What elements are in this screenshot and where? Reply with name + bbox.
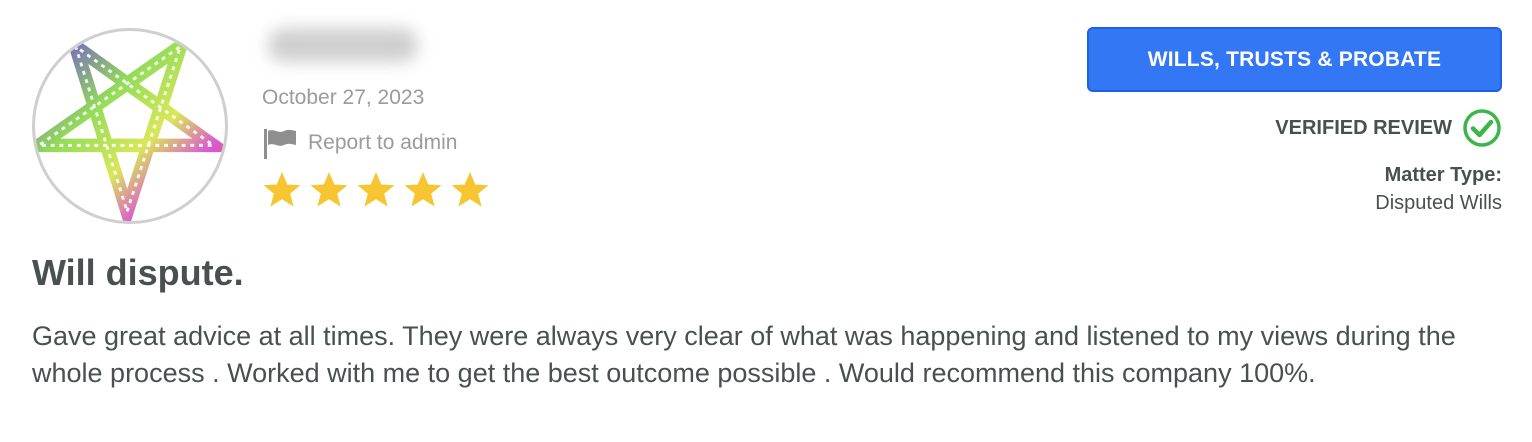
verified-review-badge: VERIFIED REVIEW	[1275, 108, 1502, 148]
flag-icon	[264, 129, 296, 159]
matter-type-value: Disputed Wills	[1375, 192, 1502, 214]
reviewer-name	[268, 28, 418, 62]
review-title: Will dispute.	[32, 252, 244, 293]
report-to-admin-link[interactable]: Report to admin	[262, 126, 457, 160]
star-icon	[451, 172, 489, 207]
star-icon	[310, 172, 348, 207]
avatar	[32, 28, 228, 224]
review-date: October 27, 2023	[262, 86, 425, 109]
report-label: Report to admin	[308, 131, 458, 154]
matter-type-label: Matter Type:	[1384, 164, 1502, 186]
pentagram-logo-icon	[35, 31, 225, 221]
star-icon	[357, 172, 395, 207]
star-icon	[263, 172, 301, 207]
review-body: Gave great advice at all times. They wer…	[32, 321, 1456, 388]
star-icon	[404, 172, 442, 207]
verified-review-label: VERIFIED REVIEW	[1275, 116, 1452, 139]
star-rating	[262, 170, 490, 210]
category-button[interactable]: WILLS, TRUSTS & PROBATE	[1087, 27, 1502, 92]
check-circle-icon	[1463, 109, 1501, 147]
